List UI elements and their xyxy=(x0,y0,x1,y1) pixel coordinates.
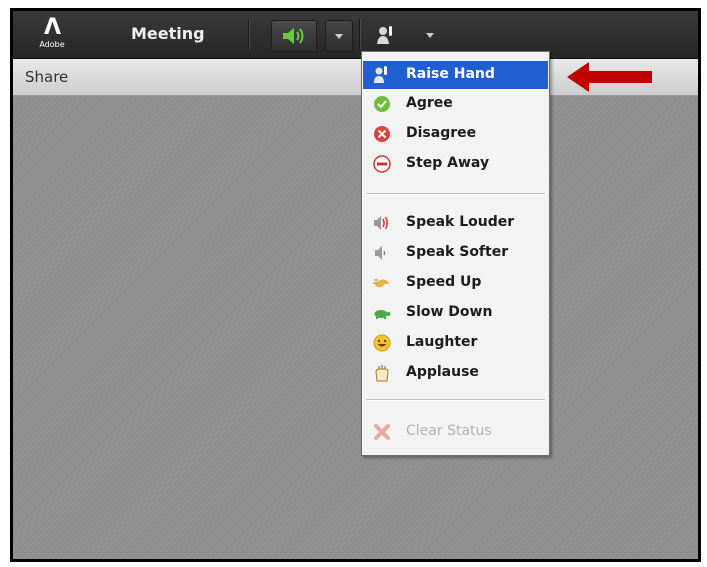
agree-icon xyxy=(374,96,390,112)
menu-item-label: Raise Hand xyxy=(406,66,495,82)
status-menu: Raise Hand Agree Disagree Step Away Spea… xyxy=(361,51,550,456)
menu-item-disagree[interactable]: Disagree xyxy=(363,120,548,148)
menu-item-agree[interactable]: Agree xyxy=(363,90,548,118)
audio-button[interactable] xyxy=(271,20,317,52)
slow-down-icon xyxy=(374,310,391,319)
menu-item-slow-down[interactable]: Slow Down xyxy=(363,299,548,327)
chevron-down-icon xyxy=(335,34,343,39)
menu-item-label: Applause xyxy=(406,364,479,380)
menu-item-speak-louder[interactable]: Speak Louder xyxy=(363,209,548,237)
menu-item-speed-up[interactable]: Speed Up xyxy=(363,269,548,297)
menu-item-label: Speak Louder xyxy=(406,214,515,230)
menu-item-applause[interactable]: Applause xyxy=(363,359,548,387)
menu-item-raise-hand[interactable]: Raise Hand xyxy=(363,61,548,89)
pod-title: Share xyxy=(25,68,69,86)
menu-item-step-away[interactable]: Step Away xyxy=(363,150,548,178)
speaker-icon xyxy=(283,28,304,44)
meeting-menu[interactable]: Meeting xyxy=(131,24,205,43)
audio-dropdown-button[interactable] xyxy=(325,20,353,52)
toolbar-separator xyxy=(248,19,249,49)
menu-item-label: Disagree xyxy=(406,125,477,141)
menu-item-label: Speed Up xyxy=(406,274,482,290)
raise-hand-icon xyxy=(377,26,392,44)
disagree-icon xyxy=(374,126,390,142)
adobe-logo-mark-icon: Ʌ xyxy=(43,15,61,40)
menu-divider xyxy=(366,399,545,400)
menu-item-label: Clear Status xyxy=(406,423,492,439)
menu-item-clear-status: Clear Status xyxy=(363,418,548,446)
speak-louder-icon xyxy=(374,216,389,230)
menu-item-speak-softer[interactable]: Speak Softer xyxy=(363,239,548,267)
menu-item-label: Slow Down xyxy=(406,304,493,320)
adobe-logo: Ʌ Adobe xyxy=(38,16,66,52)
step-away-icon xyxy=(373,155,391,173)
toolbar-separator xyxy=(359,19,360,49)
adobe-logo-text: Adobe xyxy=(39,40,65,49)
menu-item-label: Step Away xyxy=(406,155,490,171)
speed-up-icon xyxy=(373,279,389,288)
laughter-icon xyxy=(373,334,391,352)
red-arrow-annotation-icon xyxy=(567,62,652,92)
menu-divider xyxy=(366,193,545,194)
chevron-down-icon xyxy=(426,33,434,38)
menu-item-label: Agree xyxy=(406,95,453,111)
menu-item-label: Laughter xyxy=(406,334,478,350)
raise-hand-icon xyxy=(374,66,387,83)
status-dropdown-button[interactable] xyxy=(417,20,443,50)
clear-status-icon xyxy=(374,424,390,440)
status-button[interactable] xyxy=(369,20,403,50)
applause-icon xyxy=(375,365,389,382)
share-pod: Share xyxy=(13,59,698,559)
speak-softer-icon xyxy=(375,246,386,260)
menu-item-label: Speak Softer xyxy=(406,244,509,260)
top-menu-bar: Ʌ Adobe Meeting xyxy=(13,11,698,59)
menu-item-laughter[interactable]: Laughter xyxy=(363,329,548,357)
